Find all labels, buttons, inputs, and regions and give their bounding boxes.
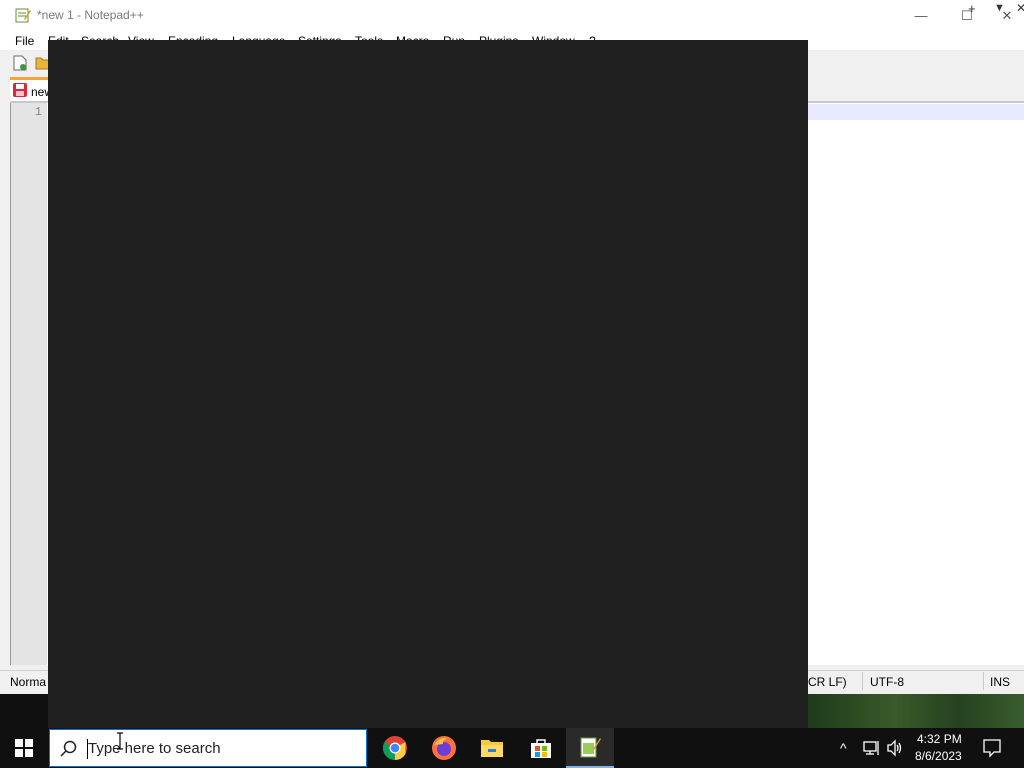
desktop-wallpaper — [808, 694, 1024, 728]
dark-overlay-panel — [48, 40, 808, 728]
chrome-icon — [382, 736, 407, 760]
desktop-background — [0, 694, 48, 728]
new-file-icon[interactable] — [13, 55, 27, 71]
notifications-icon[interactable] — [982, 738, 1002, 758]
status-eol: (CR LF) — [804, 675, 847, 689]
store-icon — [531, 739, 551, 758]
taskbar-store[interactable] — [517, 728, 565, 768]
volume-icon[interactable] — [886, 739, 904, 757]
status-doc-type: Norma — [10, 675, 47, 689]
menu-file[interactable]: File — [15, 34, 34, 48]
maximize-button[interactable]: ☐ — [944, 0, 990, 31]
text-cursor-icon — [117, 732, 123, 750]
search-icon — [60, 740, 77, 757]
windows-logo-icon — [15, 739, 33, 757]
window-title: *new 1 - Notepad++ — [37, 8, 144, 22]
notepadpp-app-icon — [15, 8, 31, 23]
status-separator — [983, 672, 984, 690]
clock-date[interactable]: 8/6/2023 — [915, 749, 962, 763]
taskbar-firefox[interactable] — [420, 728, 468, 768]
title-bar — [0, 0, 1024, 31]
file-explorer-icon — [481, 740, 503, 757]
taskbar-notepadpp[interactable] — [566, 728, 614, 768]
line-number-gutter — [11, 103, 47, 665]
new-tab-plus-icon[interactable]: + — [968, 1, 976, 16]
firefox-icon — [432, 736, 456, 760]
show-hidden-icons-chevron[interactable]: ^ — [840, 740, 847, 756]
close-tab-icon[interactable]: ✕ — [1016, 1, 1024, 15]
network-icon[interactable] — [863, 740, 881, 756]
line-number: 1 — [34, 105, 42, 119]
taskbar-file-explorer[interactable] — [468, 728, 516, 768]
status-encoding: UTF-8 — [870, 675, 904, 689]
taskbar-chrome[interactable] — [371, 728, 419, 768]
search-placeholder: Type here to search — [88, 740, 221, 757]
notepadpp-icon — [580, 737, 601, 758]
minimize-button[interactable]: — — [898, 0, 944, 31]
clock-time[interactable]: 4:32 PM — [917, 732, 962, 746]
tab-list-dropdown-icon[interactable]: ▼ — [994, 2, 1005, 14]
status-separator — [862, 672, 863, 690]
save-red-icon — [13, 83, 27, 97]
start-button[interactable] — [0, 728, 48, 768]
status-insert-mode: INS — [990, 675, 1011, 689]
